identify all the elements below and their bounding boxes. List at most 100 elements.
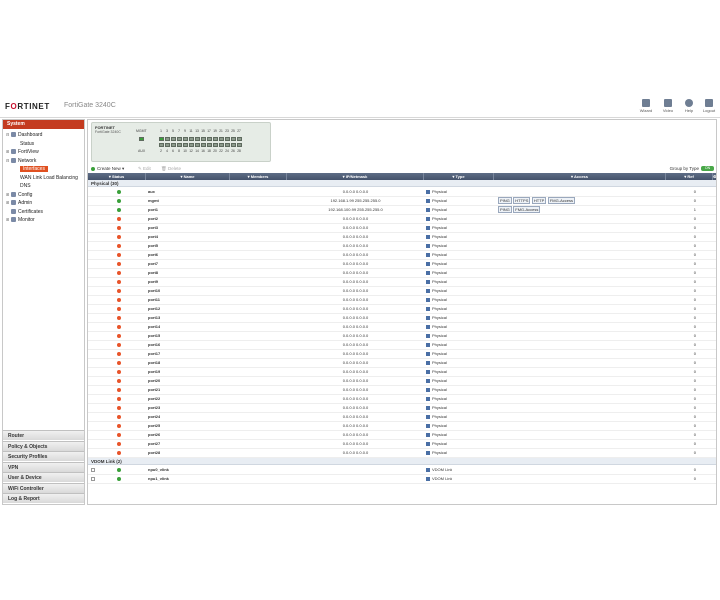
sidebar-item-dns[interactable]: DNS [3, 182, 84, 191]
table-row[interactable]: npu0_vlink VDOM Link 0 [88, 466, 716, 475]
port-connector[interactable] [189, 143, 194, 147]
port-connector[interactable] [159, 137, 164, 141]
port-connector[interactable] [231, 143, 236, 147]
table-row[interactable]: port10 0.0.0.0 0.0.0.0 Physical 0 [88, 287, 716, 296]
table-row[interactable]: port15 0.0.0.0 0.0.0.0 Physical 0 [88, 332, 716, 341]
table-row[interactable]: port5 0.0.0.0 0.0.0.0 Physical 0 [88, 242, 716, 251]
table-row[interactable]: port24 0.0.0.0 0.0.0.0 Physical 0 [88, 413, 716, 422]
sidebar-category-router[interactable]: Router [3, 430, 84, 440]
column-header-access[interactable]: ▾ Access [494, 173, 666, 180]
sidebar-category-security-profiles[interactable]: Security Profiles [3, 451, 84, 461]
ref-count[interactable]: 0 [666, 305, 696, 313]
ref-count[interactable]: 0 [666, 233, 696, 241]
video-button[interactable]: Video [658, 99, 678, 116]
ref-count[interactable]: 0 [666, 404, 696, 412]
table-row[interactable]: port3 0.0.0.0 0.0.0.0 Physical 0 [88, 224, 716, 233]
sidebar-item-interfaces[interactable]: Interfaces [3, 165, 84, 174]
ref-count[interactable]: 0 [666, 350, 696, 358]
table-row[interactable]: port21 0.0.0.0 0.0.0.0 Physical 0 [88, 386, 716, 395]
ref-count[interactable]: 0 [666, 224, 696, 232]
ref-count[interactable]: 0 [666, 242, 696, 250]
group-header[interactable]: VDOM Link (2) [88, 458, 716, 465]
table-row[interactable]: port19 0.0.0.0 0.0.0.0 Physical 0 [88, 368, 716, 377]
delete-button[interactable]: 🗑 Delete [161, 165, 181, 172]
column-header-members[interactable]: ▾ Members [230, 173, 287, 180]
table-row[interactable]: port22 0.0.0.0 0.0.0.0 Physical 0 [88, 395, 716, 404]
ref-count[interactable]: 0 [666, 287, 696, 295]
ref-count[interactable]: 0 [666, 341, 696, 349]
table-row[interactable]: port12 0.0.0.0 0.0.0.0 Physical 0 [88, 305, 716, 314]
logout-button[interactable]: Logout [699, 99, 719, 116]
table-row[interactable]: port25 0.0.0.0 0.0.0.0 Physical 0 [88, 422, 716, 431]
port-connector[interactable] [231, 137, 236, 141]
table-row[interactable]: port14 0.0.0.0 0.0.0.0 Physical 0 [88, 323, 716, 332]
help-button[interactable]: Help [679, 99, 699, 116]
sidebar-section-system[interactable]: System [3, 120, 84, 129]
table-row[interactable]: port23 0.0.0.0 0.0.0.0 Physical 0 [88, 404, 716, 413]
ref-count[interactable]: 0 [666, 413, 696, 421]
create-new-button[interactable]: Create New ▾ [91, 165, 124, 172]
port-connector[interactable] [213, 143, 218, 147]
row-checkbox[interactable] [91, 467, 95, 472]
table-row[interactable]: aux 0.0.0.0 0.0.0.0 Physical 0 [88, 188, 716, 197]
ref-count[interactable]: 0 [666, 368, 696, 376]
ref-count[interactable]: 0 [666, 260, 696, 268]
column-header-status[interactable]: ▾ Status [88, 173, 146, 180]
sidebar-item-wan-link-load-balancing[interactable]: WAN Link Load Balancing [3, 174, 84, 183]
ref-count[interactable]: 0 [666, 251, 696, 259]
ref-count[interactable]: 0 [666, 278, 696, 286]
sidebar-item-dashboard[interactable]: ⊟ Dashboard [3, 131, 84, 140]
edit-button[interactable]: ✎ Edit [138, 165, 151, 172]
table-row[interactable]: npu1_vlink VDOM Link 0 [88, 475, 716, 484]
ref-count[interactable]: 0 [666, 466, 696, 474]
table-row[interactable]: port28 0.0.0.0 0.0.0.0 Physical 0 [88, 449, 716, 458]
sidebar-item-certificates[interactable]: Certificates [3, 208, 84, 217]
table-row[interactable]: port27 0.0.0.0 0.0.0.0 Physical 0 [88, 440, 716, 449]
ref-count[interactable]: 0 [666, 440, 696, 448]
table-row[interactable]: port6 0.0.0.0 0.0.0.0 Physical 0 [88, 251, 716, 260]
ref-count[interactable]: 0 [666, 475, 696, 483]
port-connector[interactable] [225, 137, 230, 141]
ref-count[interactable]: 0 [666, 269, 696, 277]
sidebar-category-log-report[interactable]: Log & Report [3, 493, 84, 503]
port-connector[interactable] [225, 143, 230, 147]
table-row[interactable]: port13 0.0.0.0 0.0.0.0 Physical 0 [88, 314, 716, 323]
table-row[interactable]: port8 0.0.0.0 0.0.0.0 Physical 0 [88, 269, 716, 278]
port-connector[interactable] [207, 143, 212, 147]
ref-count[interactable]: 0 [666, 431, 696, 439]
port-connector[interactable] [165, 143, 170, 147]
port-connector[interactable] [195, 143, 200, 147]
table-row[interactable]: port26 0.0.0.0 0.0.0.0 Physical 0 [88, 431, 716, 440]
port-connector[interactable] [237, 137, 242, 141]
ref-count[interactable]: 0 [666, 422, 696, 430]
table-row[interactable]: port17 0.0.0.0 0.0.0.0 Physical 0 [88, 350, 716, 359]
ref-count[interactable]: 0 [666, 197, 696, 205]
row-checkbox[interactable] [91, 476, 95, 481]
ref-count[interactable]: 0 [666, 395, 696, 403]
mgmt-port[interactable] [139, 137, 144, 141]
port-connector[interactable] [171, 137, 176, 141]
ref-count[interactable]: 0 [666, 386, 696, 394]
port-connector[interactable] [237, 143, 242, 147]
ref-count[interactable]: 0 [666, 215, 696, 223]
port-connector[interactable] [189, 137, 194, 141]
sidebar-item-network[interactable]: ⊟ Network [3, 157, 84, 166]
column-header-type[interactable]: ▾ Type [424, 173, 494, 180]
table-row[interactable]: port9 0.0.0.0 0.0.0.0 Physical 0 [88, 278, 716, 287]
port-connector[interactable] [165, 137, 170, 141]
port-connector[interactable] [219, 143, 224, 147]
sidebar-item-status[interactable]: Status [3, 140, 84, 149]
sidebar-category-wifi-controller[interactable]: WiFi Controller [3, 482, 84, 493]
port-connector[interactable] [195, 137, 200, 141]
column-settings-icon[interactable]: ⚙ [713, 173, 716, 180]
ref-count[interactable]: 0 [666, 359, 696, 367]
table-row[interactable]: port20 0.0.0.0 0.0.0.0 Physical 0 [88, 377, 716, 386]
ref-count[interactable]: 0 [666, 332, 696, 340]
table-row[interactable]: port1 192.168.100.99 255.255.255.0 Physica… [88, 206, 716, 215]
sidebar-item-monitor[interactable]: ⊞ Monitor [3, 216, 84, 225]
ref-count[interactable]: 0 [666, 449, 696, 457]
port-connector[interactable] [219, 137, 224, 141]
sidebar-category-user-device[interactable]: User & Device [3, 472, 84, 482]
ref-count[interactable]: 1 [666, 206, 696, 214]
table-row[interactable]: port18 0.0.0.0 0.0.0.0 Physical 0 [88, 359, 716, 368]
